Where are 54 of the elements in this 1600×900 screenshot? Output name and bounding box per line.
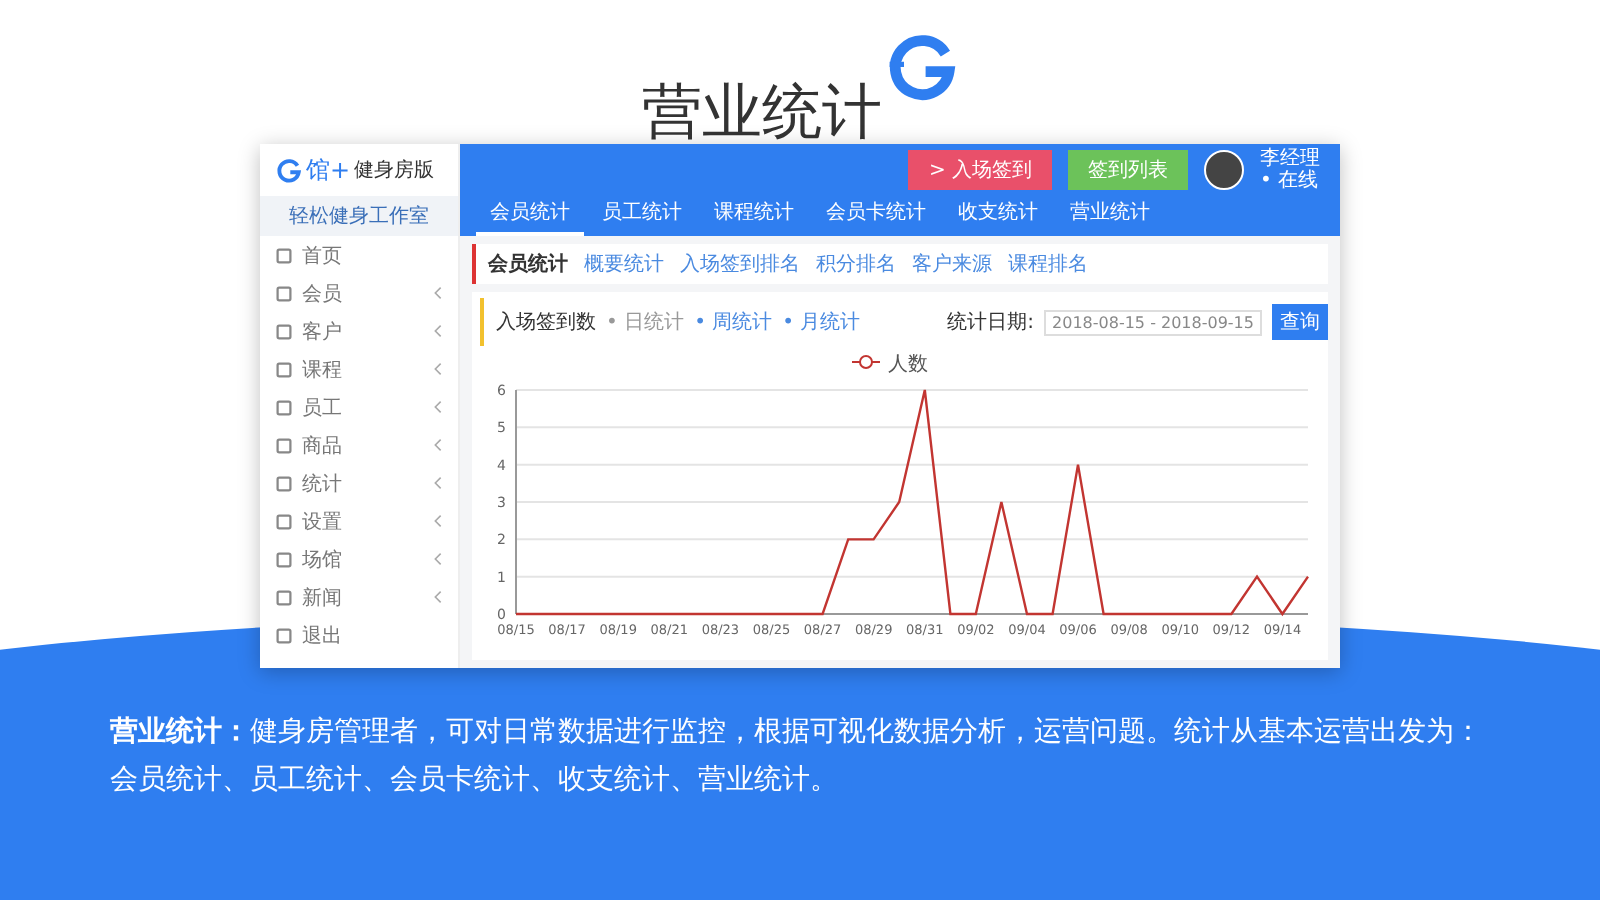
sidebar-item[interactable]: 设置 [260,502,458,540]
period-link[interactable]: • 周统计 [694,308,773,336]
square-icon [276,627,292,643]
tab[interactable]: 营业统计 [1056,198,1164,236]
avatar [1204,150,1244,190]
square-icon [276,475,292,491]
studio-name: 轻松健身工作室 [260,196,458,236]
square-icon [276,361,292,377]
square-icon [276,247,292,263]
sidebar-item[interactable]: 统计 [260,464,458,502]
tab[interactable]: 收支统计 [944,198,1052,236]
tab[interactable]: 员工统计 [588,198,696,236]
sidebar-item[interactable]: 员工 [260,388,458,426]
header-button[interactable]: 签到列表 [1068,150,1188,190]
description-text: 营业统计：健身房管理者，可对日常数据进行监控，根据可视化数据分析，运营问题。统计从基本运营出发为：会员统计、员工统计、会员卡统计、收支统计、营业统计。 [110,714,1484,800]
app-logo-text: 馆+ [306,153,351,187]
panel-title: 入场签到数 [496,309,596,336]
sidebar-item[interactable]: 商品 [260,426,458,464]
sidebar-item[interactable]: 退出 [260,616,458,654]
square-icon [276,323,292,339]
date-range-field[interactable]: 2018-08-15 - 2018-09-15 [1044,309,1262,335]
tab[interactable]: 课程统计 [700,198,808,236]
square-icon [276,551,292,567]
user-name: 李经理 [1260,148,1320,170]
sidebar-item[interactable]: 课程 [260,350,458,388]
date-label: 统计日期: [947,309,1035,336]
sidebar-item[interactable]: 新闻 [260,578,458,616]
tab[interactable]: 会员卡统计 [812,198,940,236]
square-icon [276,437,292,453]
period-link[interactable]: • 月统计 [782,308,861,336]
subnav-link[interactable]: 概要统计 [584,250,664,278]
sidebar-item[interactable]: 会员 [260,274,458,312]
header-button[interactable]: > 入场签到 [908,150,1052,190]
subnav-link[interactable]: 客户来源 [912,250,992,278]
app-logo-subtitle: 健身房版 [354,157,435,184]
sidebar-item[interactable]: 首页 [260,236,458,274]
subnav-link[interactable]: 积分排名 [816,250,896,278]
subnav-link[interactable]: 入场签到排名 [680,250,800,278]
g-logo-icon [276,157,302,183]
square-icon [276,399,292,415]
query-button[interactable]: 查询 [1272,304,1328,340]
square-icon [276,285,292,301]
user-status: • 在线 [1260,170,1320,192]
page-title: 营业统计 [642,76,882,152]
sidebar-item[interactable]: 场馆 [260,540,458,578]
subnav-link[interactable]: 课程排名 [1008,250,1088,278]
square-icon [276,513,292,529]
legend-label: 人数 [888,354,928,376]
period-link[interactable]: • 日统计 [606,308,685,336]
square-icon [276,589,292,605]
section-title: 会员统计 [488,251,568,278]
chart-legend: 人数 [851,354,928,376]
tab[interactable]: 会员统计 [476,198,584,236]
sidebar-item[interactable]: 客户 [260,312,458,350]
